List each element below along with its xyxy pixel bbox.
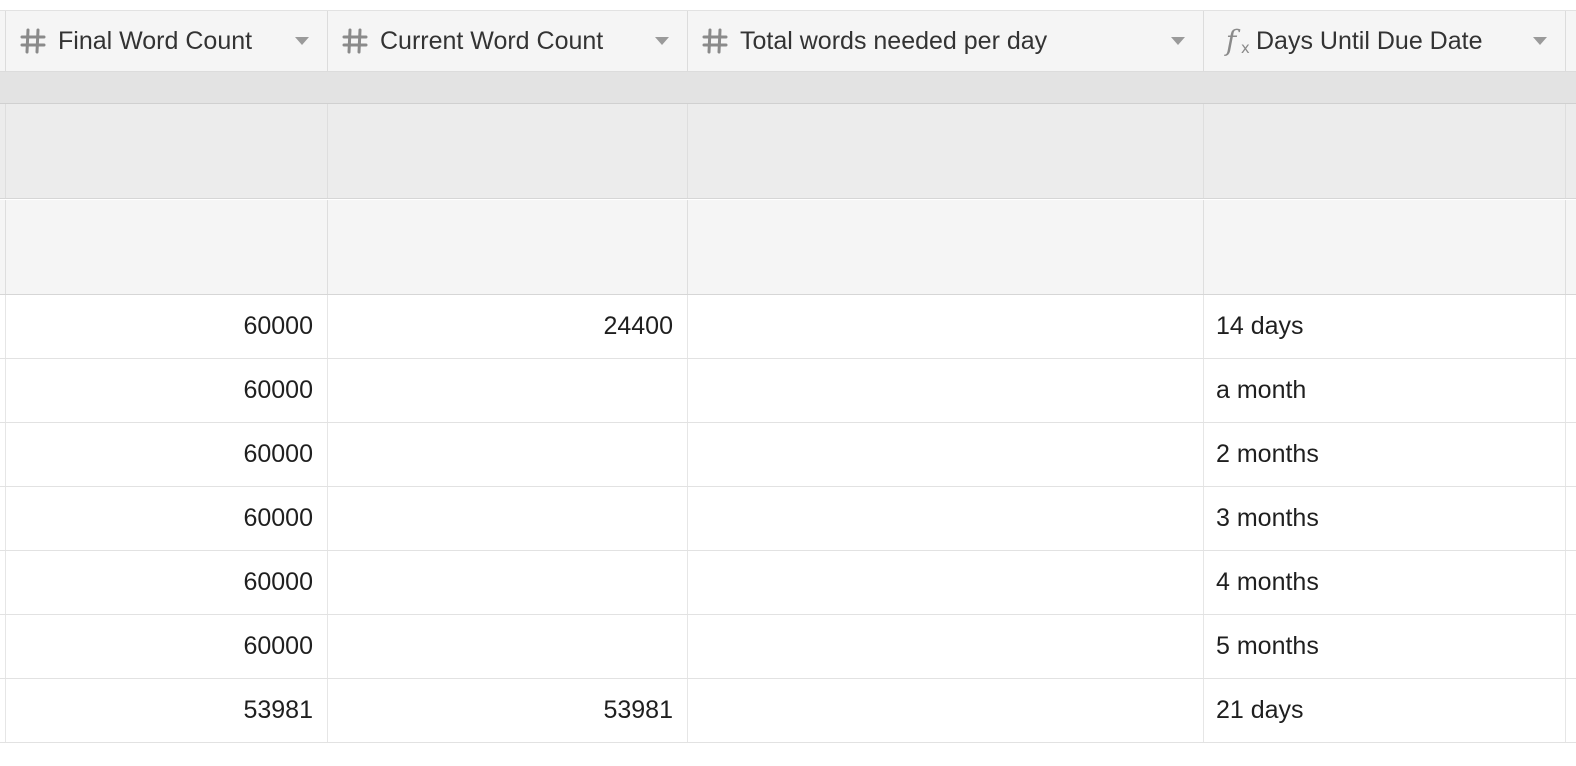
number-icon	[700, 26, 730, 56]
cell-total-words-needed-per-day[interactable]	[688, 359, 1204, 422]
group-summary-row	[0, 104, 1576, 199]
column-header-final-word-count[interactable]: Final Word Count	[6, 11, 328, 71]
cell-days-until-due-date[interactable]: 21 days	[1204, 679, 1566, 742]
number-icon	[340, 26, 370, 56]
summary-cell	[688, 104, 1204, 198]
cell-final-word-count[interactable]: 60000	[6, 487, 328, 550]
column-header-label: Days Until Due Date	[1256, 26, 1483, 55]
group-header-bar[interactable]	[0, 72, 1576, 104]
table-row[interactable]: 60000 4 months	[0, 551, 1576, 615]
cell-current-word-count[interactable]: 24400	[328, 295, 688, 358]
column-header-label: Current Word Count	[380, 26, 604, 55]
cell-final-word-count[interactable]: 53981	[6, 679, 328, 742]
cell-total-words-needed-per-day[interactable]	[688, 423, 1204, 486]
column-header-current-word-count[interactable]: Current Word Count	[328, 11, 688, 71]
cell-final-word-count[interactable]: 60000	[6, 359, 328, 422]
summary-cell	[328, 200, 688, 294]
cell-final-word-count[interactable]: 60000	[6, 423, 328, 486]
cell-current-word-count[interactable]	[328, 551, 688, 614]
header-right-edge	[1566, 11, 1576, 71]
summary-cell	[688, 200, 1204, 294]
cell-days-until-due-date[interactable]: 4 months	[1204, 551, 1566, 614]
table-row[interactable]: 53981 53981 21 days	[0, 679, 1576, 743]
cell-final-word-count[interactable]: 60000	[6, 295, 328, 358]
column-header-total-words-needed-per-day[interactable]: Total words needed per day	[688, 11, 1204, 71]
formula-icon: fx	[1225, 24, 1250, 57]
table-row[interactable]: 60000 5 months	[0, 615, 1576, 679]
cell-total-words-needed-per-day[interactable]	[688, 551, 1204, 614]
summary-cell	[6, 200, 328, 294]
table-row[interactable]: 60000 3 months	[0, 487, 1576, 551]
cell-final-word-count[interactable]: 60000	[6, 551, 328, 614]
cell-current-word-count[interactable]: 53981	[328, 679, 688, 742]
cell-days-until-due-date[interactable]: 3 months	[1204, 487, 1566, 550]
column-header-row: Final Word Count Current Word Count Tota…	[0, 11, 1576, 72]
cell-days-until-due-date[interactable]: a month	[1204, 359, 1566, 422]
cell-total-words-needed-per-day[interactable]	[688, 615, 1204, 678]
chevron-down-icon[interactable]	[295, 37, 309, 45]
chevron-down-icon[interactable]	[1171, 37, 1185, 45]
table-row[interactable]: 60000 2 months	[0, 423, 1576, 487]
table-row[interactable]: 60000 a month	[0, 359, 1576, 423]
cell-days-until-due-date[interactable]: 14 days	[1204, 295, 1566, 358]
chevron-down-icon[interactable]	[655, 37, 669, 45]
cell-days-until-due-date[interactable]: 5 months	[1204, 615, 1566, 678]
table-row[interactable]: 60000 24400 14 days	[0, 295, 1576, 359]
chevron-down-icon[interactable]	[1533, 37, 1547, 45]
record-rows: 60000 24400 14 days 60000 a month 60000 …	[0, 295, 1576, 743]
cell-total-words-needed-per-day[interactable]	[688, 295, 1204, 358]
cell-current-word-count[interactable]	[328, 423, 688, 486]
cell-total-words-needed-per-day[interactable]	[688, 679, 1204, 742]
summary-cell	[1204, 200, 1566, 294]
summary-cell	[1204, 104, 1566, 198]
cell-current-word-count[interactable]	[328, 359, 688, 422]
cell-final-word-count[interactable]: 60000	[6, 615, 328, 678]
summary-cell	[328, 104, 688, 198]
summary-cell	[6, 104, 328, 198]
column-header-label: Total words needed per day	[740, 26, 1048, 55]
number-icon	[18, 26, 48, 56]
subgroup-summary-row	[0, 200, 1576, 295]
cell-days-until-due-date[interactable]: 2 months	[1204, 423, 1566, 486]
cell-current-word-count[interactable]	[328, 615, 688, 678]
column-header-label: Final Word Count	[58, 26, 253, 55]
cell-current-word-count[interactable]	[328, 487, 688, 550]
cell-total-words-needed-per-day[interactable]	[688, 487, 1204, 550]
column-header-days-until-due-date[interactable]: fx Days Until Due Date	[1204, 11, 1566, 71]
